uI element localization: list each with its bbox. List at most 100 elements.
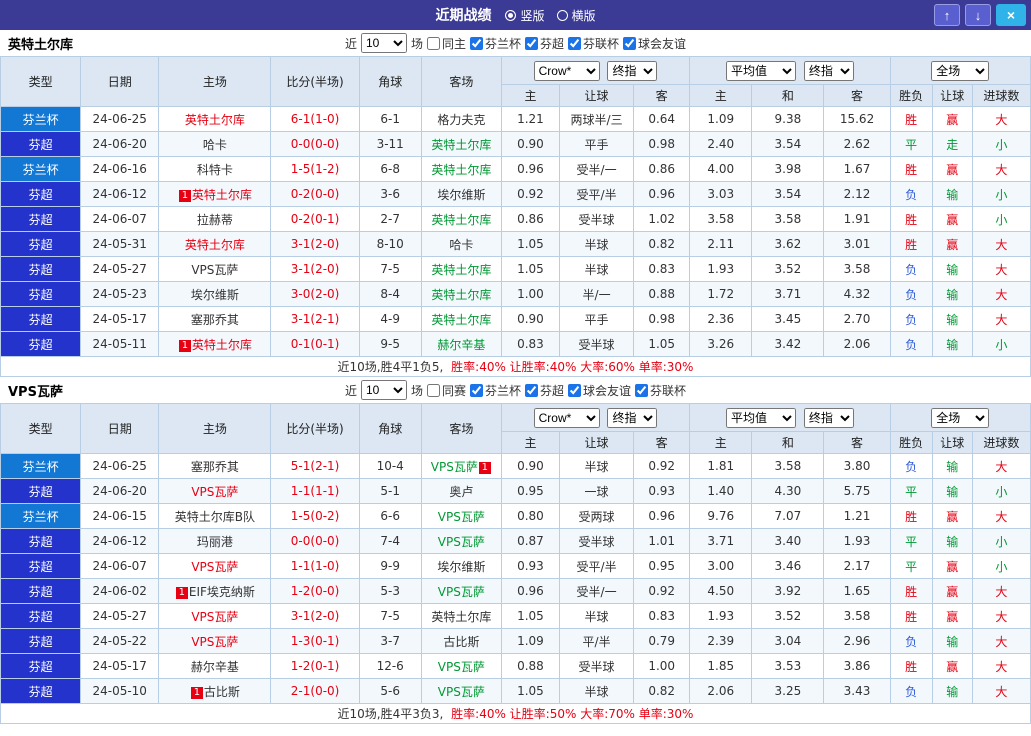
fulltime-select[interactable]: 全场 xyxy=(931,60,990,81)
team-name-link[interactable]: VPS瓦萨 xyxy=(438,585,485,599)
league-checkbox[interactable] xyxy=(525,36,538,50)
team-name-link[interactable]: 英特土尔库 xyxy=(185,113,245,127)
league-filter[interactable]: 芬兰杯 xyxy=(469,35,521,52)
score-cell[interactable]: 1-1(1-0) xyxy=(270,553,360,579)
league-filter[interactable]: 芬联杯 xyxy=(568,35,619,52)
team-name-link[interactable]: VPS瓦萨 xyxy=(438,660,485,674)
score-cell[interactable]: 3-1(2-0) xyxy=(270,256,360,282)
team-name-link[interactable]: VPS瓦萨 xyxy=(191,610,238,624)
team-name-link[interactable]: 英特土尔库 xyxy=(431,138,491,152)
avg-stage-select[interactable]: 终指 xyxy=(803,407,854,428)
average-select[interactable]: 平均值 xyxy=(725,60,796,81)
avg-stage-select[interactable]: 终指 xyxy=(803,60,854,81)
team-name-link[interactable]: VPS瓦萨 xyxy=(438,685,485,699)
team-name-link[interactable]: 格力夫克 xyxy=(437,113,485,127)
score-cell[interactable]: 6-1(1-0) xyxy=(270,106,360,132)
team-name-link[interactable]: 塞那乔其 xyxy=(191,460,239,474)
league-checkbox[interactable] xyxy=(568,36,582,50)
score-cell[interactable]: 0-2(0-1) xyxy=(270,206,360,232)
league-checkbox[interactable] xyxy=(635,383,649,397)
league-checkbox[interactable] xyxy=(623,36,637,50)
team-name-link[interactable]: 埃尔维斯 xyxy=(437,560,485,574)
team-name-link[interactable]: 哈卡 xyxy=(449,238,473,252)
same-filter-checkbox[interactable]: 同赛 xyxy=(426,382,466,399)
same-checkbox-input[interactable] xyxy=(426,383,440,397)
bookmaker-select[interactable]: Crow* xyxy=(533,407,600,428)
team-name-link[interactable]: 哈卡 xyxy=(203,138,227,152)
score-cell[interactable]: 0-2(0-0) xyxy=(270,181,360,207)
team-name-link[interactable]: VPS瓦萨 xyxy=(431,460,478,474)
home-team-cell: VPS瓦萨 xyxy=(158,256,272,282)
scroll-down-button[interactable]: ↓ xyxy=(965,4,991,26)
average-select[interactable]: 平均值 xyxy=(725,407,796,428)
team-name-link[interactable]: 英特土尔库 xyxy=(431,313,491,327)
odds-stage-select[interactable]: 终指 xyxy=(607,60,658,81)
team-name-link[interactable]: VPS瓦萨 xyxy=(438,535,485,549)
match-count-select[interactable]: 10 xyxy=(360,380,407,400)
same-filter-checkbox[interactable]: 同主 xyxy=(426,35,466,52)
score-cell[interactable]: 3-1(2-1) xyxy=(270,306,360,332)
fulltime-select[interactable]: 全场 xyxy=(931,407,990,428)
team-name-link[interactable]: 英特土尔库 xyxy=(192,338,252,352)
same-checkbox-input[interactable] xyxy=(426,36,440,50)
league-filter[interactable]: 芬超 xyxy=(525,382,564,399)
score-cell[interactable]: 1-1(1-1) xyxy=(270,478,360,504)
home-team-cell: 埃尔维斯 xyxy=(158,281,272,307)
score-cell[interactable]: 2-1(0-0) xyxy=(270,678,360,704)
score-cell[interactable]: 0-1(0-1) xyxy=(270,331,360,357)
league-filter[interactable]: 芬兰杯 xyxy=(469,382,521,399)
bookmaker-select[interactable]: Crow* xyxy=(533,60,600,81)
team-name-link[interactable]: 奥卢 xyxy=(449,485,473,499)
league-checkbox[interactable] xyxy=(469,36,483,50)
league-filter[interactable]: 球会友谊 xyxy=(623,35,686,52)
score-cell[interactable]: 0-0(0-0) xyxy=(270,131,360,157)
team-name-link[interactable]: 科特卡 xyxy=(197,163,233,177)
team-name-link[interactable]: EIF埃克纳斯 xyxy=(189,585,255,599)
league-checkbox[interactable] xyxy=(568,383,582,397)
team-name-link[interactable]: VPS瓦萨 xyxy=(191,635,238,649)
close-button[interactable]: × xyxy=(996,4,1026,26)
team-name-link[interactable]: 英特土尔库 xyxy=(431,163,491,177)
team-name-link[interactable]: 赫尔辛基 xyxy=(437,338,485,352)
result-cell: 负 xyxy=(889,256,933,282)
team-name-link[interactable]: 埃尔维斯 xyxy=(437,188,485,202)
team-name-link[interactable]: 古比斯 xyxy=(443,635,479,649)
team-name-link[interactable]: 埃尔维斯 xyxy=(191,288,239,302)
team-name-link[interactable]: 英特土尔库 xyxy=(431,288,491,302)
league-checkbox[interactable] xyxy=(525,383,538,397)
scroll-up-button[interactable]: ↑ xyxy=(934,4,960,26)
team-name-link[interactable]: 拉赫蒂 xyxy=(197,213,233,227)
match-count-select[interactable]: 10 xyxy=(360,33,407,53)
score-cell[interactable]: 1-5(0-2) xyxy=(270,503,360,529)
odds-stage-select[interactable]: 终指 xyxy=(607,407,658,428)
score-cell[interactable]: 0-0(0-0) xyxy=(270,528,360,554)
league-filter[interactable]: 芬超 xyxy=(525,35,564,52)
league-checkbox[interactable] xyxy=(469,383,483,397)
score-cell[interactable]: 3-1(2-0) xyxy=(270,231,360,257)
score-cell[interactable]: 1-2(0-0) xyxy=(270,578,360,604)
team-name-link[interactable]: 古比斯 xyxy=(204,685,240,699)
team-name-link[interactable]: VPS瓦萨 xyxy=(191,560,238,574)
team-name-link[interactable]: 塞那乔其 xyxy=(191,313,239,327)
score-cell[interactable]: 3-1(2-0) xyxy=(270,603,360,629)
team-name-link[interactable]: 英特土尔库 xyxy=(185,238,245,252)
score-cell[interactable]: 1-2(0-1) xyxy=(270,653,360,679)
score-cell[interactable]: 5-1(2-1) xyxy=(270,453,360,479)
team-name-link[interactable]: 英特土尔库B队 xyxy=(175,510,255,524)
vertical-layout-radio[interactable]: 竖版 xyxy=(505,7,545,24)
team-name-link[interactable]: 英特土尔库 xyxy=(431,263,491,277)
horizontal-layout-radio[interactable]: 横版 xyxy=(556,7,596,24)
team-name-link[interactable]: 赫尔辛基 xyxy=(191,660,239,674)
team-name-link[interactable]: VPS瓦萨 xyxy=(438,510,485,524)
team-name-link[interactable]: 英特土尔库 xyxy=(431,213,491,227)
score-cell[interactable]: 3-0(2-0) xyxy=(270,281,360,307)
score-cell[interactable]: 1-5(1-2) xyxy=(270,156,360,182)
score-cell[interactable]: 1-3(0-1) xyxy=(270,628,360,654)
team-name-link[interactable]: 英特土尔库 xyxy=(192,188,252,202)
league-filter[interactable]: 芬联杯 xyxy=(635,382,686,399)
team-name-link[interactable]: VPS瓦萨 xyxy=(191,263,238,277)
team-name-link[interactable]: 英特土尔库 xyxy=(431,610,491,624)
league-filter[interactable]: 球会友谊 xyxy=(568,382,631,399)
team-name-link[interactable]: 玛丽港 xyxy=(197,535,233,549)
team-name-link[interactable]: VPS瓦萨 xyxy=(191,485,238,499)
